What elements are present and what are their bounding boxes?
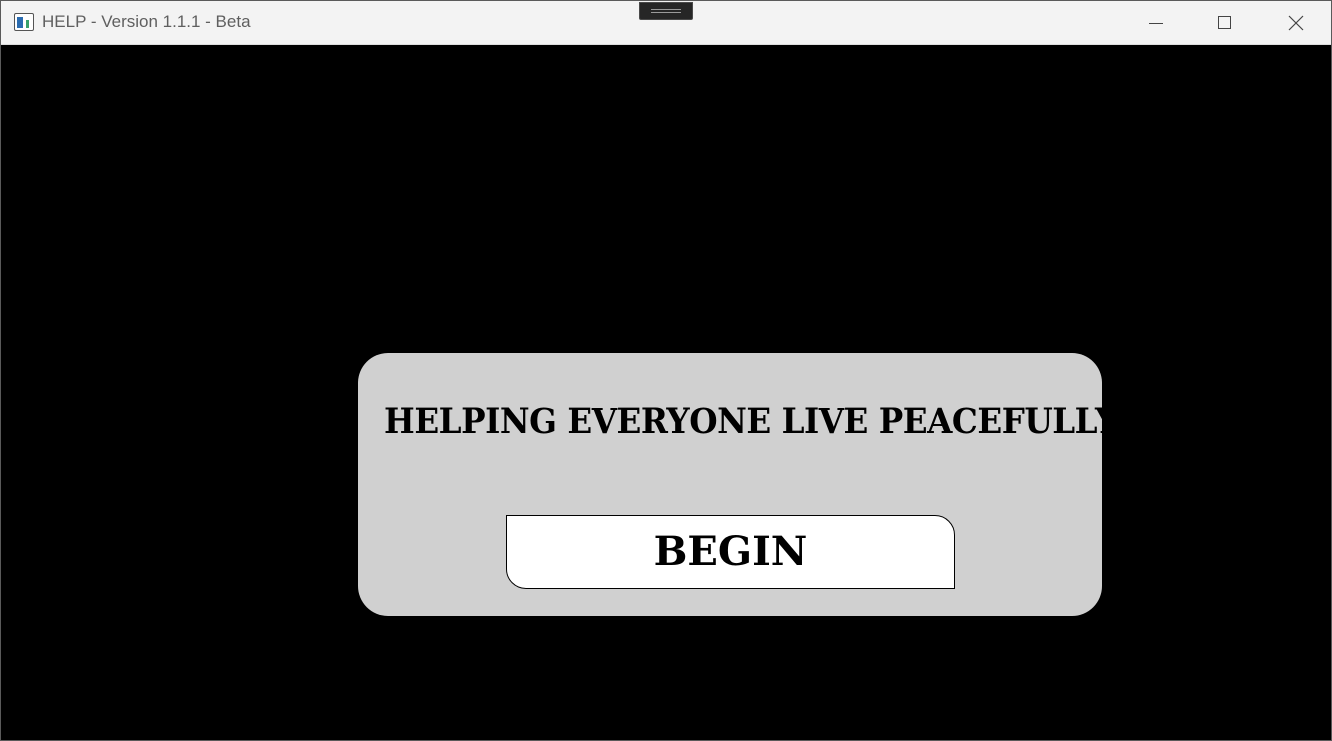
maximize-button[interactable] bbox=[1190, 1, 1260, 45]
welcome-panel: HELPING EVERYONE LIVE PEACEFULLY BEGIN bbox=[358, 353, 1118, 616]
minimize-icon bbox=[1149, 23, 1163, 24]
headline: HELPING EVERYONE LIVE PEACEFULLY bbox=[384, 401, 1118, 442]
app-window-icon bbox=[14, 13, 34, 31]
snap-layout-handle[interactable] bbox=[639, 2, 693, 20]
window-title: HELP - Version 1.1.1 - Beta bbox=[42, 12, 251, 31]
title-bar[interactable]: HELP - Version 1.1.1 - Beta bbox=[1, 1, 1331, 45]
app-window: HELP - Version 1.1.1 - Beta HELPING EVER… bbox=[0, 0, 1332, 741]
maximize-icon bbox=[1218, 16, 1231, 29]
close-icon bbox=[1288, 15, 1304, 31]
main-canvas: HELPING EVERYONE LIVE PEACEFULLY BEGIN bbox=[1, 45, 1331, 740]
minimize-button[interactable] bbox=[1121, 1, 1191, 45]
close-button[interactable] bbox=[1260, 1, 1330, 45]
begin-button[interactable]: BEGIN bbox=[506, 515, 955, 589]
